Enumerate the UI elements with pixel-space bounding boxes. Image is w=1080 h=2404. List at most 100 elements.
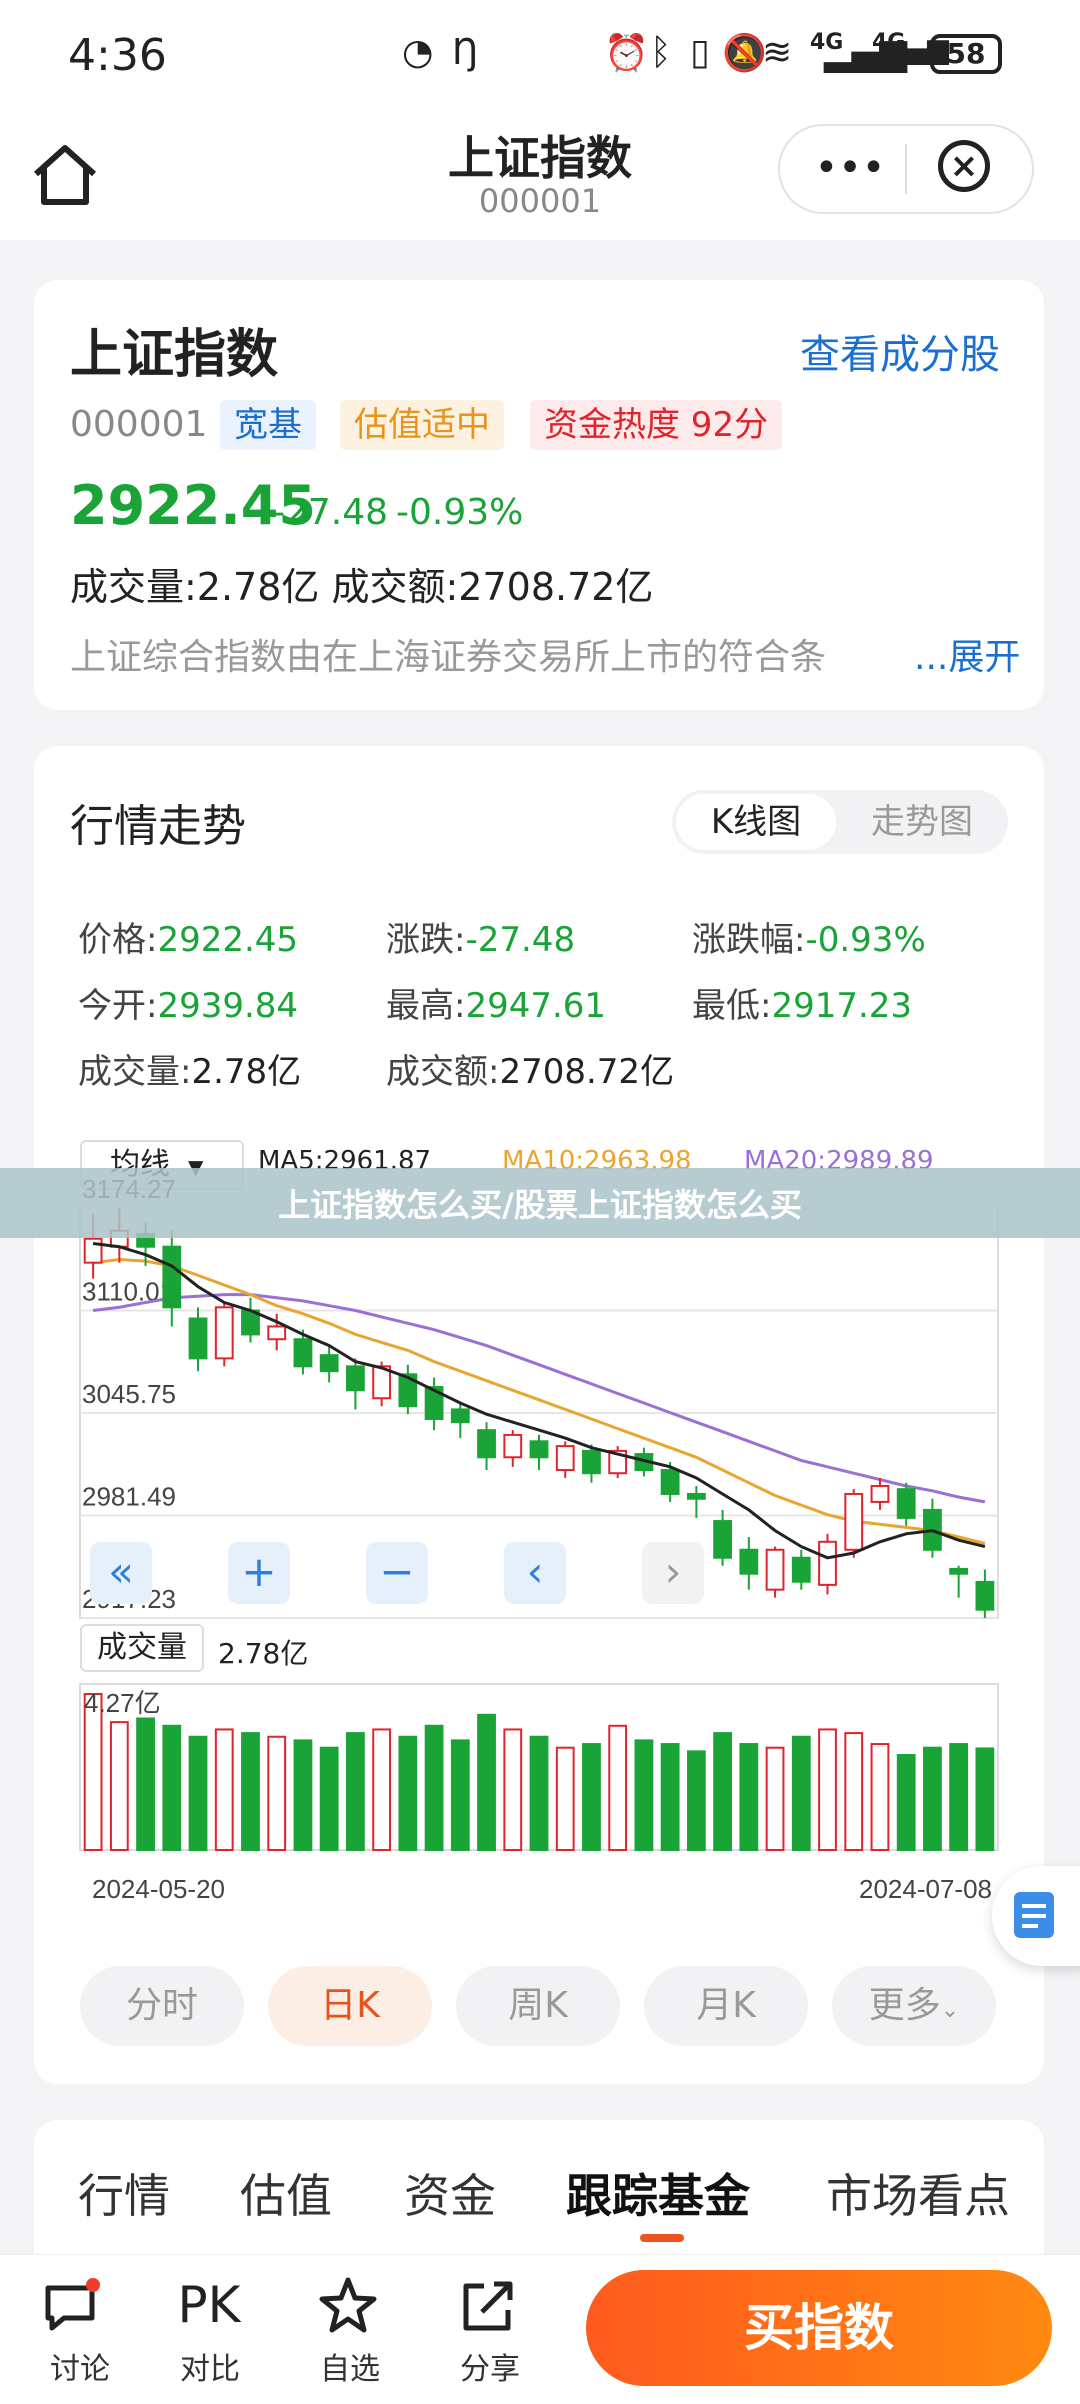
buy-index-button[interactable]: 买指数 — [586, 2270, 1052, 2386]
volume-bar — [975, 1747, 995, 1851]
candle-body — [293, 1338, 313, 1368]
nav-label-compare: 对比 — [180, 2352, 240, 2387]
section-tab-funds[interactable]: 资金 — [404, 2160, 496, 2226]
active-tab-underline — [640, 2234, 684, 2242]
section-tab-market[interactable]: 行情 — [78, 2160, 170, 2226]
candle-body — [83, 1237, 103, 1264]
candle-body — [267, 1325, 287, 1341]
candle-body — [214, 1306, 234, 1360]
volume-bar — [346, 1732, 365, 1851]
volume-bar — [818, 1728, 837, 1852]
volume-bar — [765, 1746, 785, 1852]
candle-body — [791, 1556, 811, 1583]
nav-discuss[interactable]: 讨论 — [24, 2270, 134, 2390]
nav-watchlist[interactable]: 自选 — [294, 2270, 404, 2390]
pk-icon: PK — [177, 2276, 241, 2334]
price-tick-label: 2981.49 — [82, 1482, 176, 1512]
notification-dot — [86, 2278, 100, 2292]
zoom-out-button[interactable]: − — [366, 1542, 428, 1604]
volume-bar — [634, 1739, 654, 1851]
volume-bar — [372, 1728, 392, 1852]
volume-bar — [136, 1717, 155, 1852]
section-tab-valuation[interactable]: 估值 — [240, 2160, 332, 2226]
scroll-start-button[interactable]: « — [90, 1542, 152, 1604]
candle-body — [713, 1520, 732, 1559]
period-tab-weekly[interactable]: 周K — [456, 1966, 620, 2046]
candle-body — [555, 1445, 575, 1472]
scroll-right-button[interactable]: › — [642, 1542, 704, 1604]
volume-bar — [477, 1713, 496, 1851]
volume-bar — [267, 1735, 287, 1852]
period-more-label: 更多 — [868, 1985, 941, 2026]
candle-body — [686, 1492, 706, 1500]
volume-bar — [214, 1728, 234, 1852]
nav-label-discuss: 讨论 — [50, 2352, 110, 2387]
volume-value: 2.78亿 — [218, 1637, 309, 1670]
volume-indicator-select[interactable]: 成交量 — [80, 1624, 204, 1672]
chevron-down-icon: ⌄ — [940, 1998, 960, 2023]
volume-bar — [660, 1743, 680, 1851]
share-icon — [463, 2281, 513, 2331]
nav-share[interactable]: 分享 — [434, 2270, 544, 2390]
candle-body — [188, 1317, 208, 1360]
candle-body — [975, 1580, 995, 1611]
candle-body — [477, 1429, 496, 1459]
volume-bar — [791, 1735, 811, 1852]
volume-bar — [844, 1732, 864, 1851]
price-tick-label: 3045.75 — [82, 1379, 176, 1409]
volume-bar — [713, 1732, 732, 1851]
candle-body — [162, 1245, 182, 1309]
volume-bar — [608, 1724, 628, 1851]
nav-label-watchlist: 自选 — [320, 2352, 380, 2387]
volume-bar — [398, 1735, 418, 1852]
volume-bar — [923, 1746, 942, 1852]
volume-bar — [896, 1754, 916, 1852]
candle-body — [503, 1433, 523, 1459]
volume-bar — [319, 1746, 339, 1852]
price-tick-label: 3110.01 — [82, 1277, 174, 1307]
nav-compare[interactable]: PK 对比 — [154, 2270, 264, 2390]
document-icon — [1014, 1892, 1054, 1938]
candle-body — [450, 1408, 470, 1424]
volume-bar — [529, 1735, 549, 1852]
volume-max-label: 4.27亿 — [84, 1688, 161, 1718]
x-end-label: 2024-07-08 — [859, 1874, 992, 1904]
candle-body — [765, 1548, 785, 1591]
volume-bar — [450, 1739, 470, 1851]
x-start-label: 2024-05-20 — [92, 1874, 225, 1904]
star-icon — [319, 2277, 377, 2333]
section-tab-highlights[interactable]: 市场看点 — [826, 2160, 1010, 2226]
volume-bar — [503, 1728, 523, 1852]
volume-bar — [241, 1732, 260, 1851]
candle-body — [529, 1440, 549, 1459]
section-tab-tracking-funds[interactable]: 跟踪基金 — [566, 2160, 750, 2226]
zoom-in-button[interactable]: + — [228, 1542, 290, 1604]
volume-bar — [188, 1735, 208, 1852]
candle-body — [346, 1365, 365, 1392]
volume-bar — [162, 1724, 182, 1851]
candle-body — [949, 1567, 969, 1575]
candle-body — [582, 1449, 601, 1475]
volume-bar — [424, 1724, 444, 1851]
volume-bar — [582, 1743, 601, 1851]
scroll-left-button[interactable]: ‹ — [504, 1542, 566, 1604]
volume-bar — [739, 1743, 759, 1851]
candle-body — [844, 1492, 864, 1551]
period-tab-daily[interactable]: 日K — [268, 1966, 432, 2046]
volume-bar — [686, 1750, 706, 1851]
volume-bar — [109, 1721, 129, 1851]
banner-text: 上证指数怎么买/股票上证指数怎么买 — [278, 1186, 802, 1224]
nav-label-share: 分享 — [460, 2352, 520, 2387]
volume-bar — [293, 1739, 313, 1851]
candle-body — [739, 1548, 759, 1575]
candle-body — [818, 1540, 837, 1586]
period-tab-more[interactable]: 更多⌄ — [832, 1966, 996, 2046]
period-tab-monthly[interactable]: 月K — [644, 1966, 808, 2046]
candle-body — [870, 1484, 890, 1503]
period-tab-intraday[interactable]: 分时 — [80, 1966, 244, 2046]
volume-bar — [949, 1743, 969, 1851]
candle-body — [319, 1354, 339, 1373]
candle-body — [896, 1488, 916, 1519]
volume-bar — [555, 1746, 575, 1852]
volume-bar — [870, 1743, 890, 1851]
